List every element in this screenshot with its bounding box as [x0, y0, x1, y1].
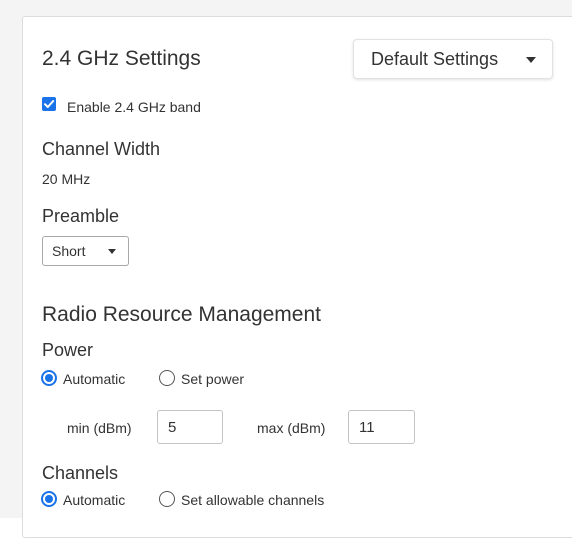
power-automatic-radio[interactable]	[41, 370, 57, 386]
power-max-label: max (dBm)	[257, 420, 326, 436]
power-min-label: min (dBm)	[67, 420, 132, 436]
chevron-down-icon	[108, 249, 116, 254]
preamble-select[interactable]: Short	[42, 236, 129, 266]
channel-width-label: Channel Width	[42, 139, 161, 159]
channels-set-radio[interactable]	[159, 491, 175, 507]
channel-width-value: 20 MHz	[42, 171, 91, 187]
power-label: Power	[42, 340, 94, 360]
preset-dropdown[interactable]: Default Settings	[353, 39, 553, 79]
power-max-input[interactable]: 11	[348, 410, 415, 444]
power-set-label: Set power	[181, 371, 245, 387]
channels-set-label: Set allowable channels	[181, 492, 325, 508]
preamble-label: Preamble	[42, 206, 120, 226]
section-title: 2.4 GHz Settings	[42, 47, 201, 70]
settings-panel: 2.4 GHz Settings Default Settings Enable…	[22, 16, 572, 538]
page-background: 2.4 GHz Settings Default Settings Enable…	[0, 0, 572, 538]
rrm-title: Radio Resource Management	[42, 303, 321, 326]
channels-label: Channels	[42, 463, 119, 483]
power-min-input[interactable]: 5	[157, 410, 223, 444]
preamble-select-value: Short	[52, 243, 86, 259]
power-set-radio[interactable]	[159, 370, 175, 386]
preset-dropdown-label: Default Settings	[371, 48, 499, 69]
chevron-down-icon	[526, 57, 536, 63]
enable-band-label: Enable 2.4 GHz band	[67, 99, 201, 115]
enable-band-checkbox[interactable]	[42, 97, 56, 111]
channels-automatic-radio[interactable]	[41, 491, 57, 507]
channels-automatic-label: Automatic	[63, 492, 126, 508]
checkmark-icon	[44, 100, 55, 108]
power-automatic-label: Automatic	[63, 371, 126, 387]
